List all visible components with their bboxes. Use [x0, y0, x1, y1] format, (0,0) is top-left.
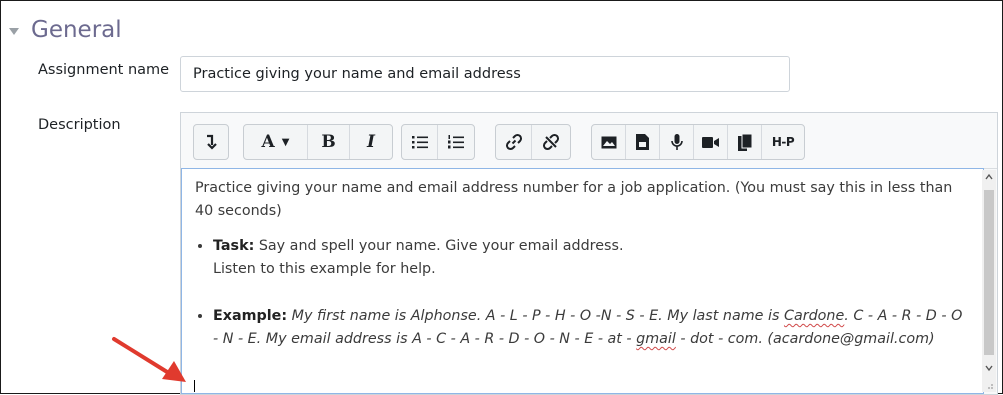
manage-files-button[interactable] [728, 125, 762, 159]
example-cardone: Cardone [783, 308, 845, 324]
description-editor: A ▼ B I H-P Practice giving your name an… [180, 112, 998, 395]
description-label: Description [38, 117, 121, 133]
caret-down-icon[interactable] [9, 27, 19, 35]
bullet-list: Task: Say and spell your name. Give your… [195, 235, 970, 351]
task-label: Task: [213, 238, 255, 254]
record-audio-icon [670, 133, 683, 150]
assignment-name-label: Assignment name [38, 62, 170, 78]
toolbar-group-3 [401, 124, 475, 160]
italic-button[interactable]: I [350, 125, 392, 159]
ordered-list-icon [448, 135, 464, 149]
italic-icon: I [367, 132, 375, 152]
dropdown-arrow-icon: ▼ [281, 136, 290, 148]
example-text-1: My first name is Alphonse. A - L - P - H… [287, 308, 784, 324]
h5p-icon: H-P [771, 135, 795, 149]
list-item-task: Task: Say and spell your name. Give your… [213, 235, 970, 281]
example-text-3: - dot - com. (acardone@gmail.com) [675, 331, 935, 347]
unordered-list-icon [411, 136, 428, 149]
unlink-button[interactable] [532, 125, 570, 159]
editor-scrollbar[interactable] [982, 170, 996, 392]
manage-files-icon [737, 133, 752, 151]
record-audio-button[interactable] [660, 125, 694, 159]
toolbar-group-5: H-P [591, 124, 805, 160]
task-line-1: Say and spell your name. Give your email… [254, 238, 624, 254]
scroll-down-arrow-icon[interactable] [985, 364, 993, 372]
record-video-icon [702, 136, 719, 148]
resize-grip-icon[interactable] [986, 382, 994, 390]
image-button[interactable] [592, 125, 626, 159]
red-annotation-arrow-icon [112, 337, 186, 382]
unordered-list-button[interactable] [402, 125, 438, 159]
text-cursor [194, 380, 195, 392]
media-file-button[interactable] [626, 125, 660, 159]
font-style-button[interactable]: A ▼ [244, 125, 308, 159]
media-file-icon [636, 134, 649, 150]
font-style-icon: A [261, 132, 275, 152]
editor-content-area[interactable]: Practice giving your name and email addr… [181, 168, 984, 394]
toolbar-group-1 [193, 124, 229, 160]
list-item-example: Example: My first name is Alphonse. A - … [213, 305, 970, 351]
image-icon [601, 136, 616, 148]
intro-paragraph: Practice giving your name and email addr… [195, 180, 953, 219]
h5p-button[interactable]: H-P [762, 125, 804, 159]
section-header-general[interactable]: General [9, 14, 122, 46]
task-line-2: Listen to this example for help. [213, 261, 436, 277]
editor-toolbar: A ▼ B I H-P [181, 113, 997, 169]
example-label: Example: [213, 308, 288, 324]
scrollbar-thumb[interactable] [984, 190, 994, 355]
link-button[interactable] [496, 125, 532, 159]
toolbar-group-4 [495, 124, 571, 160]
toolbar-group-2: A ▼ B I [243, 124, 393, 160]
bold-icon: B [321, 132, 336, 152]
example-gmail: gmail [636, 331, 676, 347]
link-icon [505, 133, 522, 151]
collapse-toggle-button[interactable] [194, 125, 228, 159]
scroll-up-arrow-icon[interactable] [985, 173, 993, 181]
record-video-button[interactable] [694, 125, 728, 159]
section-title: General [31, 17, 122, 43]
ordered-list-button[interactable] [438, 125, 474, 159]
unlink-icon [542, 133, 560, 151]
bold-button[interactable]: B [308, 125, 350, 159]
assignment-name-input[interactable]: Practice giving your name and email addr… [180, 56, 790, 92]
collapse-toggle-icon [207, 134, 217, 150]
